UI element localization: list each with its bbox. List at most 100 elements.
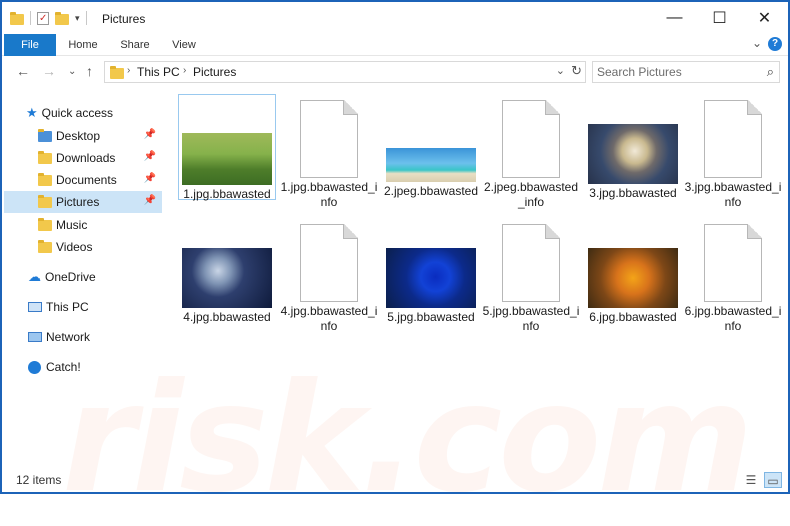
blank-file-icon [704,100,762,178]
file-name: 2.jpeg.bbawasted [383,184,479,198]
network-icon [28,332,42,342]
file-item[interactable]: 4.jpg.bbawasted [178,248,276,325]
toolbar-divider [85,11,87,25]
breadcrumb-separator-icon[interactable]: › [127,65,130,76]
downloads-folder-icon [38,151,52,165]
large-icons-view-icon[interactable]: ▭ [764,472,782,488]
image-thumbnail [588,248,678,308]
music-folder-icon [38,218,52,232]
file-name: 6.jpg.bbawasted [589,310,677,324]
file-item[interactable]: 1.jpg.bbawasted [178,94,276,201]
expand-ribbon-chevron-icon[interactable]: ⌄ [752,36,762,50]
navigation-pane: ★ Quick access Desktop 📌 Downloads 📌 Doc… [2,94,164,462]
nav-onedrive[interactable]: ☁ OneDrive [4,266,162,288]
videos-folder-icon [38,240,52,254]
file-item[interactable]: 1.jpg.bbawasted_info [280,100,378,210]
minimize-button[interactable]: — [652,2,697,34]
address-bar[interactable]: › This PC › Pictures ⌄ ↻ [104,61,586,83]
help-icon[interactable]: ? [768,37,782,51]
refresh-icon[interactable]: ↻ [571,63,582,79]
search-icon: ⌕ [766,64,774,79]
file-name: 3.jpg.bbawasted [589,186,677,200]
up-arrow-icon[interactable]: ↑ [86,63,93,79]
breadcrumb-separator-icon[interactable]: › [183,65,186,76]
nav-item-music[interactable]: Music [4,214,162,236]
file-item[interactable]: 5.jpg.bbawasted [382,248,480,325]
file-list: 1.jpg.bbawasted 1.jpg.bbawasted_info 2.j… [172,92,784,462]
nav-item-label: Videos [56,240,93,254]
file-item[interactable]: 3.jpg.bbawasted_info [684,100,782,210]
nav-quick-access[interactable]: ★ Quick access [26,102,162,124]
tab-home[interactable]: Home [60,34,106,56]
breadcrumb-this-pc[interactable]: This PC [137,65,180,79]
pin-icon: 📌 [143,129,156,140]
recent-locations-chevron-icon[interactable]: ⌄ [68,66,76,77]
pin-icon: 📌 [143,195,156,206]
tab-view[interactable]: View [162,34,206,56]
image-thumbnail [182,133,272,185]
nav-item-pictures[interactable]: Pictures 📌 [4,191,162,213]
blank-file-icon [300,100,358,178]
file-name: 4.jpg.bbawasted_info [280,304,378,333]
file-item[interactable]: 2.jpeg.bbawasted [382,148,480,199]
cloud-icon: ☁ [28,269,41,284]
nav-item-videos[interactable]: Videos [4,236,162,258]
file-name: 5.jpg.bbawasted [387,310,475,324]
address-row: ← → ⌄ ↑ › This PC › Pictures ⌄ ↻ ⌕ [2,58,788,88]
blank-file-icon [502,224,560,302]
nav-item-label: Downloads [56,151,116,165]
blank-file-icon [704,224,762,302]
tab-file[interactable]: File [4,34,56,56]
window-title: Pictures [102,12,146,26]
status-bar: 12 items ☰ ▭ [2,468,788,492]
this-pc-icon [110,66,124,79]
image-thumbnail [386,148,476,182]
file-name: 1.jpg.bbawasted [183,187,271,201]
file-item[interactable]: 6.jpg.bbawasted_info [684,224,782,334]
file-item[interactable]: 6.jpg.bbawasted [584,248,682,325]
forward-arrow-icon[interactable]: → [42,63,56,79]
file-name: 4.jpg.bbawasted [183,310,271,324]
back-arrow-icon[interactable]: ← [16,63,30,79]
close-button[interactable]: ✕ [742,2,787,34]
nav-item-label: Documents [56,173,117,187]
pin-icon: 📌 [143,151,156,162]
image-thumbnail [182,248,272,308]
file-item[interactable]: 2.jpeg.bbawasted_info [482,100,580,210]
nav-this-pc[interactable]: This PC [4,296,162,318]
blank-file-icon [502,100,560,178]
folder-icon[interactable] [10,12,24,25]
tab-share[interactable]: Share [112,34,158,56]
address-history-chevron-icon[interactable]: ⌄ [556,64,565,77]
item-count: 12 items [16,473,62,487]
star-icon: ★ [26,105,38,120]
details-view-icon[interactable]: ☰ [742,472,760,488]
nav-item-desktop[interactable]: Desktop 📌 [4,125,162,147]
search-input[interactable] [597,63,757,81]
nav-item-label: Music [56,218,88,232]
pictures-folder-icon [38,195,52,209]
image-thumbnail [386,248,476,308]
desktop-folder-icon [38,129,52,143]
file-item[interactable]: 5.jpg.bbawasted_info [482,224,580,334]
nav-quick-access-label: Quick access [41,106,114,120]
properties-icon[interactable]: ✓ [37,11,49,25]
nav-this-pc-label: This PC [46,300,89,314]
nav-item-downloads[interactable]: Downloads 📌 [4,147,162,169]
customize-toolbar-chevron-icon[interactable]: ▾ [75,13,80,24]
explorer-window: ✓ ▾ Pictures — ☐ ✕ File Home Share View … [0,0,790,526]
search-box[interactable]: ⌕ [592,61,780,83]
nav-catch[interactable]: Catch! [4,356,162,378]
file-item[interactable]: 4.jpg.bbawasted_info [280,224,378,334]
new-folder-icon[interactable] [55,12,69,25]
maximize-button[interactable]: ☐ [697,2,742,34]
pin-icon: 📌 [143,173,156,184]
breadcrumb-pictures[interactable]: Pictures [193,65,236,79]
nav-network[interactable]: Network [4,326,162,348]
file-item[interactable]: 3.jpg.bbawasted [584,124,682,201]
title-bar: ✓ ▾ Pictures — ☐ ✕ [2,2,788,34]
nav-network-label: Network [46,330,91,344]
blank-file-icon [300,224,358,302]
nav-item-documents[interactable]: Documents 📌 [4,169,162,191]
ribbon-tabs: File Home Share View ⌄ ? [2,34,788,56]
